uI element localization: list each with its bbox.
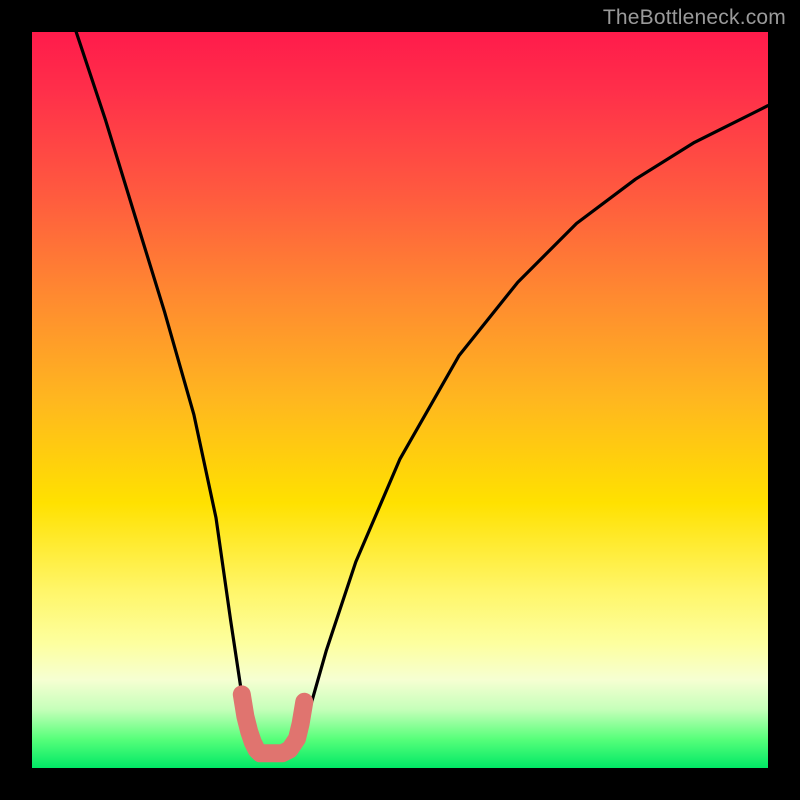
plot-area bbox=[32, 32, 768, 768]
watermark-text: TheBottleneck.com bbox=[603, 6, 786, 30]
highlight-markers bbox=[242, 694, 304, 753]
chart-frame: TheBottleneck.com bbox=[0, 0, 800, 800]
curve-svg bbox=[32, 32, 768, 768]
bottleneck-curve bbox=[76, 32, 768, 753]
